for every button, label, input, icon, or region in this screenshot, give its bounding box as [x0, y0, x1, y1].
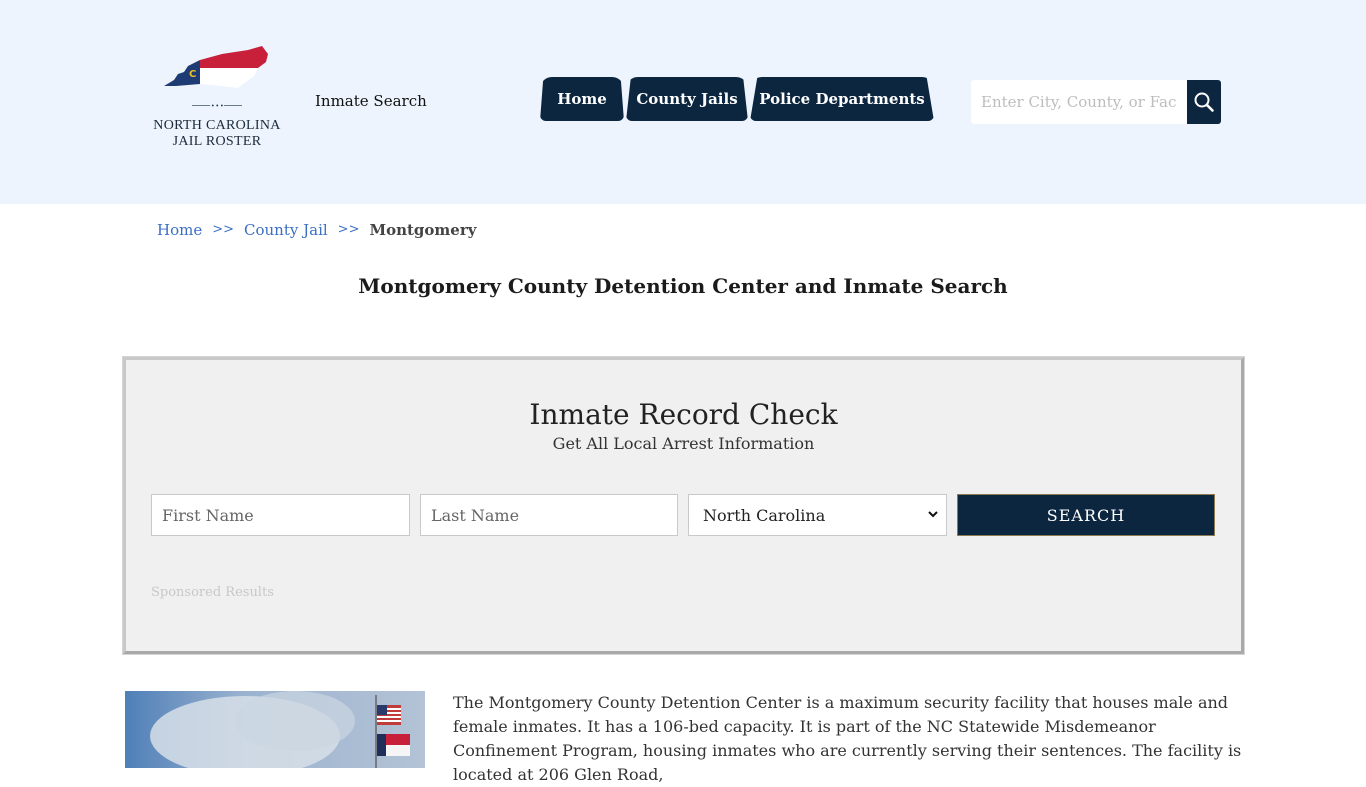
record-check-subtitle: Get All Local Arrest Information: [552, 434, 815, 453]
site-search: [971, 80, 1221, 124]
logo-divider: •••: [192, 103, 242, 110]
record-check-title: Inmate Record Check: [529, 398, 838, 431]
main-nav: Home County Jails Police Departments: [540, 77, 936, 121]
breadcrumb-home[interactable]: Home: [157, 221, 202, 239]
site-search-button[interactable]: [1187, 80, 1221, 124]
breadcrumb-county-jail[interactable]: County Jail: [244, 221, 328, 239]
record-search-button[interactable]: SEARCH: [957, 494, 1215, 536]
site-header: C ••• NORTH CAROLINA JAIL ROSTER Inmate …: [0, 0, 1366, 204]
north-carolina-flag-map-icon: C: [164, 46, 268, 88]
inmate-search-link[interactable]: Inmate Search: [315, 92, 427, 110]
nav-home[interactable]: Home: [540, 77, 624, 121]
nav-police-departments[interactable]: Police Departments: [750, 77, 934, 121]
page-title: Montgomery County Detention Center and I…: [358, 274, 1008, 298]
nav-county-jails[interactable]: County Jails: [626, 77, 748, 121]
sponsored-results-label: Sponsored Results: [151, 585, 274, 600]
inmate-record-check-panel: Inmate Record Check Get All Local Arrest…: [122, 356, 1245, 655]
logo-line-2: JAIL ROSTER: [172, 134, 262, 149]
breadcrumb-current: Montgomery: [369, 221, 477, 239]
flags-photo-image: [125, 691, 425, 768]
state-select[interactable]: North Carolina: [688, 494, 947, 536]
search-icon: [1194, 92, 1214, 112]
breadcrumb: Home >> County Jail >> Montgomery: [157, 221, 476, 239]
first-name-input[interactable]: [151, 494, 410, 536]
facility-photo: [125, 691, 425, 768]
site-search-input[interactable]: [971, 80, 1187, 124]
svg-text:C: C: [189, 69, 196, 80]
logo-line-1: NORTH CAROLINA: [153, 118, 281, 133]
last-name-input[interactable]: [420, 494, 678, 536]
breadcrumb-separator: >>: [337, 222, 360, 237]
site-logo[interactable]: C ••• NORTH CAROLINA JAIL ROSTER: [146, 44, 288, 154]
breadcrumb-separator: >>: [212, 222, 235, 237]
facility-description: The Montgomery County Detention Center i…: [453, 693, 1242, 784]
